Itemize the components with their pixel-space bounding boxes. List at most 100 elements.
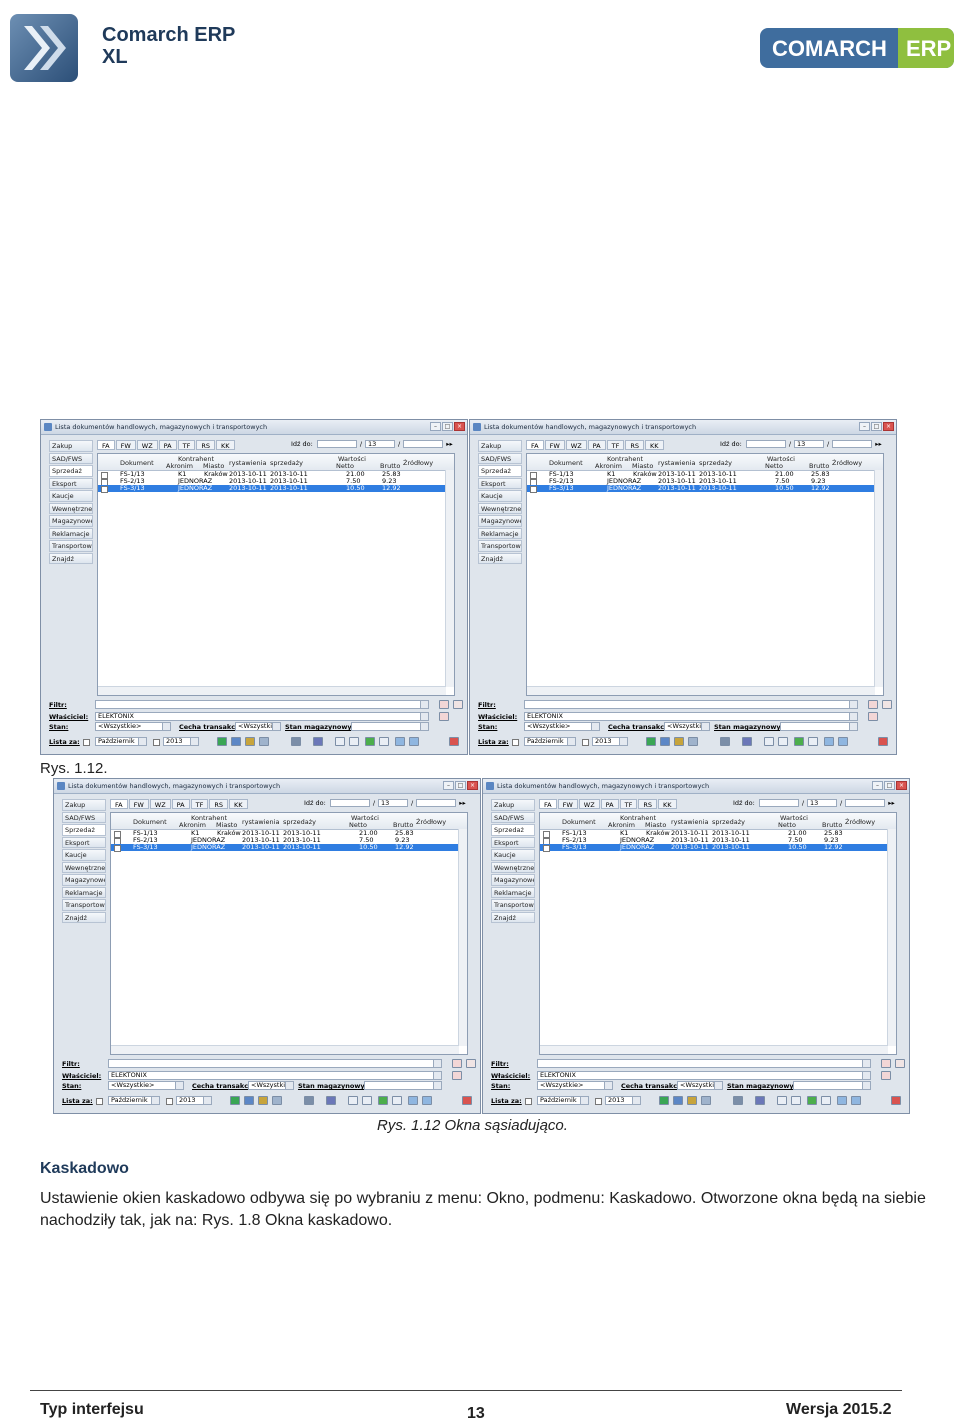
column-miasto[interactable]: Miasto [203, 462, 224, 470]
tab-tf[interactable]: TF [619, 799, 638, 809]
refresh-icon[interactable] [422, 1096, 432, 1105]
sidebar-item-magazynowe[interactable]: Magazynowe [62, 874, 106, 886]
owner-clear-icon[interactable] [881, 1071, 891, 1080]
window-title-bar[interactable]: Lista dokumentów handlowych, magazynowyc… [54, 779, 480, 794]
dropdown-arrow-icon[interactable] [272, 723, 280, 730]
dropdown-arrow-icon[interactable] [420, 701, 428, 708]
copy-icon[interactable] [259, 737, 269, 746]
page-number-field[interactable]: 13 [794, 440, 825, 448]
tab-wz[interactable]: WZ [578, 799, 600, 809]
window-title-bar[interactable]: Lista dokumentów handlowych, magazynowyc… [470, 420, 896, 435]
sidebar-item-wewnętrzne[interactable]: Wewnętrzne [478, 502, 522, 514]
sidebar-item-sad-fws[interactable]: SAD/FWS [49, 452, 93, 464]
owner-clear-icon[interactable] [439, 712, 449, 721]
dropdown-arrow-icon[interactable] [849, 713, 857, 720]
sidebar-item-kaucje[interactable]: Kaucje [62, 849, 106, 861]
column-sprzedazy[interactable]: sprzedaży [712, 818, 745, 826]
wm-icon[interactable] [755, 1096, 765, 1105]
year-select[interactable]: 2013 [163, 737, 199, 746]
window-top-left[interactable]: Lista dokumentów handlowych, magazynowyc… [40, 419, 468, 755]
tab-rs[interactable]: RS [638, 799, 657, 809]
horizontal-scrollbar[interactable] [540, 1045, 888, 1054]
year-checkbox[interactable] [595, 1098, 602, 1105]
list-period-checkbox[interactable] [525, 1098, 532, 1105]
delete-icon[interactable] [462, 1096, 472, 1105]
search-icon[interactable] [824, 737, 834, 746]
sidebar-item-sad-fws[interactable]: SAD/FWS [478, 452, 522, 464]
edit-filter-icon[interactable] [452, 1059, 462, 1068]
column-miasto[interactable]: Miasto [632, 462, 653, 470]
tab-pa[interactable]: PA [171, 799, 190, 809]
edit-icon[interactable] [392, 1096, 402, 1105]
sidebar-item-zakup[interactable]: Zakup [49, 440, 93, 452]
copy-icon[interactable] [688, 737, 698, 746]
dropdown-arrow-icon[interactable] [862, 1072, 870, 1079]
horizontal-scrollbar[interactable] [98, 686, 446, 695]
approve-icon[interactable] [764, 737, 774, 746]
dropdown-arrow-icon[interactable] [849, 701, 857, 708]
column-netto[interactable]: Netto [336, 462, 354, 470]
next-page-icon[interactable]: ▸▸ [888, 799, 895, 807]
page-number-field[interactable]: 13 [378, 799, 409, 807]
delete-icon[interactable] [878, 737, 888, 746]
import-icon[interactable] [231, 737, 241, 746]
tab-tf[interactable]: TF [177, 440, 196, 450]
transaction-feature-select[interactable]: <Wszystkie> [677, 1081, 723, 1090]
close-icon[interactable]: × [883, 422, 894, 431]
stock-state-select[interactable] [364, 1081, 442, 1090]
column-brutto[interactable]: Brutto [822, 821, 842, 829]
stock-state-select[interactable] [793, 1081, 871, 1090]
dropdown-arrow-icon[interactable] [190, 738, 198, 745]
tab-wz[interactable]: WZ [149, 799, 171, 809]
clear-filter-icon[interactable] [466, 1059, 476, 1068]
column-netto[interactable]: Netto [778, 821, 796, 829]
sidebar-item-sprzedaż[interactable]: Sprzedaż [478, 465, 522, 477]
next-page-icon[interactable]: ▸▸ [459, 799, 466, 807]
tab-tf[interactable]: TF [190, 799, 209, 809]
minimize-icon[interactable]: – [872, 781, 883, 790]
wm-icon[interactable] [313, 737, 323, 746]
window-title-bar[interactable]: Lista dokumentów handlowych, magazynowyc… [483, 779, 909, 794]
state-select[interactable]: <Wszystkie> [537, 1081, 613, 1090]
dropdown-arrow-icon[interactable] [632, 1097, 640, 1104]
edit-icon[interactable] [808, 737, 818, 746]
dropdown-arrow-icon[interactable] [862, 1060, 870, 1067]
close-icon[interactable]: × [896, 781, 907, 790]
next-page-icon[interactable]: ▸▸ [446, 440, 453, 448]
tab-tf[interactable]: TF [606, 440, 625, 450]
dropdown-arrow-icon[interactable] [701, 723, 709, 730]
sidebar-item-zakup[interactable]: Zakup [491, 799, 535, 811]
tab-fw[interactable]: FW [115, 440, 136, 450]
goto-input[interactable] [316, 440, 357, 448]
owner-clear-icon[interactable] [452, 1071, 462, 1080]
sidebar-item-sprzedaż[interactable]: Sprzedaż [491, 824, 535, 836]
filter-field[interactable] [108, 1059, 442, 1068]
column-brutto[interactable]: Brutto [380, 462, 400, 470]
sidebar-item-zakup[interactable]: Zakup [62, 799, 106, 811]
sidebar-item-kaucje[interactable]: Kaucje [49, 490, 93, 502]
dropdown-arrow-icon[interactable] [862, 1082, 870, 1089]
column-zrodlowy[interactable]: Źródłowy [832, 459, 862, 467]
minimize-icon[interactable]: – [430, 422, 441, 431]
dropdown-arrow-icon[interactable] [151, 1097, 159, 1104]
filter-field[interactable] [95, 700, 429, 709]
tab-wz[interactable]: WZ [565, 440, 587, 450]
row-checkbox[interactable] [530, 486, 537, 493]
sidebar-item-reklamacje[interactable]: Reklamacje [491, 886, 535, 898]
tab-kk[interactable]: KK [215, 440, 235, 450]
sidebar-item-znajdź[interactable]: Znajdź [49, 552, 93, 564]
column-netto[interactable]: Netto [765, 462, 783, 470]
next-page-icon[interactable]: ▸▸ [875, 440, 882, 448]
filter-field[interactable] [524, 700, 858, 709]
vertical-scrollbar[interactable] [887, 829, 896, 1046]
tab-fw[interactable]: FW [128, 799, 149, 809]
dropdown-arrow-icon[interactable] [203, 1097, 211, 1104]
search-icon[interactable] [837, 1096, 847, 1105]
column-wystawienia[interactable]: rystawienia [671, 818, 708, 826]
clear-filter-icon[interactable] [882, 700, 892, 709]
tab-fa[interactable]: FA [539, 799, 557, 809]
month-select[interactable]: Październik [108, 1096, 160, 1105]
document-icon[interactable] [791, 1096, 801, 1105]
sidebar-item-eksport[interactable]: Eksport [478, 477, 522, 489]
sidebar-item-transportowe[interactable]: Transportowe [478, 540, 522, 552]
